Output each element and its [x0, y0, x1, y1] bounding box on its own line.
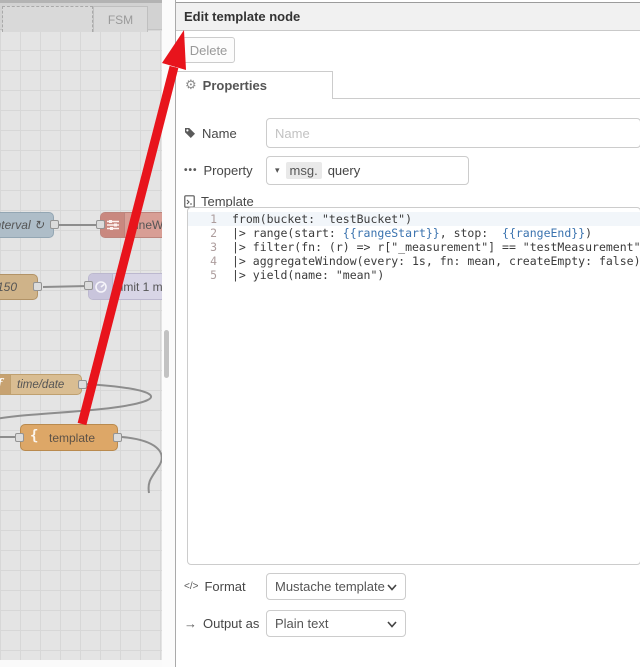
- port-template-out[interactable]: [113, 433, 122, 442]
- node-timedate-label: time/date: [17, 378, 65, 391]
- name-label: Name: [184, 118, 237, 148]
- dialog-title: Edit template node: [184, 9, 301, 24]
- output-as-select-value: Plain text: [275, 616, 329, 631]
- node-sinewave[interactable]: sineWave: [100, 212, 162, 238]
- code-text: |> aggregateWindow(every: 1s, fn: mean, …: [232, 254, 640, 268]
- flow-tab-current[interactable]: [2, 6, 93, 32]
- format-select[interactable]: Mustache template: [266, 573, 406, 600]
- gear-icon: ⚙: [185, 78, 197, 93]
- dialog-header: Edit template node: [176, 2, 640, 31]
- format-label-text: Format: [204, 579, 246, 594]
- template-editor-lines: 1 from(bucket: "testBucket") 2 |> range(sta…: [188, 212, 640, 282]
- property-value[interactable]: query: [328, 163, 361, 178]
- property-typed-input[interactable]: ▾ msg. query: [266, 156, 469, 185]
- code-line[interactable]: 1 from(bucket: "testBucket"): [188, 212, 640, 226]
- node-red-editor: FSM interval ↻ sineWave s-150: [0, 0, 640, 667]
- code-line[interactable]: 3 |> filter(fn: (r) => r["_measurement"] …: [188, 240, 640, 254]
- arrow-right-icon: →: [184, 616, 197, 631]
- line-number: 2: [210, 226, 217, 240]
- line-number: 4: [210, 254, 217, 268]
- name-label-text: Name: [202, 125, 237, 141]
- flow-tab-bar: FSM: [0, 0, 162, 32]
- flow-tab-fsm-label: FSM: [107, 12, 134, 27]
- chevron-down-icon: [387, 579, 397, 594]
- function-icon: f: [0, 375, 11, 394]
- template-code-editor[interactable]: 1 from(bucket: "testBucket") 2 |> range(sta…: [187, 207, 640, 565]
- vscrollbar-thumb[interactable]: [164, 330, 169, 378]
- node-limit-label: limit 1 ms: [118, 279, 162, 294]
- code-icon: </>: [184, 581, 199, 592]
- template-label: Template: [184, 194, 254, 209]
- code-text: |> yield(name: "mean"): [232, 268, 385, 282]
- delete-button[interactable]: Delete: [182, 37, 235, 63]
- node-template-label: template: [49, 430, 96, 445]
- port-timedate-out[interactable]: [78, 380, 87, 389]
- property-type-chip[interactable]: msg.: [285, 162, 322, 179]
- port-limit-in[interactable]: [84, 281, 93, 290]
- code-text: |> range(start: {{rangeStart}}, stop: {{…: [232, 226, 593, 240]
- chevron-down-icon: ▾: [275, 165, 280, 175]
- node-sinewave-label: sineWave: [130, 218, 162, 232]
- port-interval-out[interactable]: [50, 220, 59, 229]
- flow-workspace: FSM interval ↻ sineWave s-150: [0, 0, 162, 667]
- workspace-grid: [0, 30, 162, 660]
- line-number: 5: [210, 268, 217, 282]
- code-text: from(bucket: "testBucket"): [232, 212, 413, 226]
- node-s150-label: s-150: [0, 280, 18, 294]
- format-select-value: Mustache template: [275, 579, 385, 594]
- line-number: 1: [210, 212, 217, 226]
- node-interval-label: interval ↻: [0, 218, 45, 232]
- edit-template-dialog: Edit template node Delete ⚙ Properties N…: [175, 0, 640, 667]
- property-label: ••• Property: [184, 156, 253, 185]
- ellipsis-icon: •••: [184, 165, 198, 176]
- code-line[interactable]: 2 |> range(start: {{rangeStart}}, stop: {…: [188, 226, 640, 240]
- port-sinewave-in[interactable]: [96, 220, 105, 229]
- brace-icon: {: [30, 428, 39, 444]
- file-code-icon: [184, 194, 195, 208]
- code-line[interactable]: 4 |> aggregateWindow(every: 1s, fn: mean,…: [188, 254, 640, 268]
- port-s150-out[interactable]: [33, 282, 42, 291]
- workspace-hscrollbar[interactable]: [0, 660, 162, 667]
- tag-icon: [184, 127, 196, 139]
- port-template-in[interactable]: [15, 433, 24, 442]
- node-template[interactable]: { template: [20, 424, 118, 451]
- code-text: |> filter(fn: (r) => r["_measurement"] =…: [232, 240, 640, 254]
- line-number: 3: [210, 240, 217, 254]
- node-limit[interactable]: limit 1 ms: [88, 273, 162, 300]
- name-input[interactable]: [266, 118, 640, 148]
- output-as-label: → Output as: [184, 610, 259, 637]
- code-line[interactable]: 5 |> yield(name: "mean"): [188, 268, 640, 282]
- tab-properties-label: Properties: [202, 78, 267, 93]
- property-label-text: Property: [203, 163, 253, 178]
- output-as-label-text: Output as: [203, 616, 260, 631]
- node-timedate[interactable]: f time/date: [0, 374, 82, 395]
- format-label: </> Format: [184, 573, 246, 600]
- output-as-select[interactable]: Plain text: [266, 610, 406, 637]
- flow-tab-fsm[interactable]: FSM: [93, 6, 148, 32]
- delete-button-label: Delete: [189, 42, 228, 58]
- workspace-vscrollbar: [162, 0, 175, 667]
- chevron-down-icon: [387, 616, 397, 631]
- node-interval[interactable]: interval ↻: [0, 212, 54, 238]
- tab-properties[interactable]: ⚙ Properties: [176, 71, 333, 99]
